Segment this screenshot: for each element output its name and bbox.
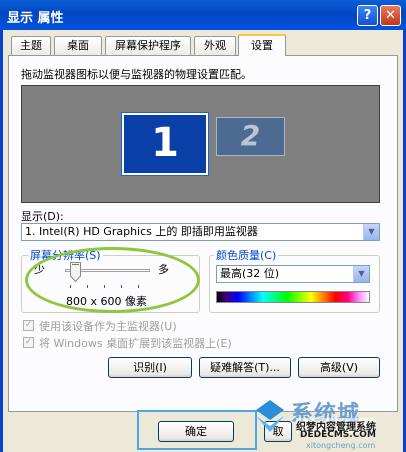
- highlight-oval: [25, 247, 200, 313]
- monitor-1-icon[interactable]: 1: [121, 112, 209, 176]
- color-spectrum-bar: [216, 291, 370, 303]
- chevron-down-icon[interactable]: ▼: [353, 266, 369, 282]
- extend-desktop-label: 将 Windows 桌面扩展到该监视器上(E): [39, 337, 232, 350]
- tab-screensaver[interactable]: 屏幕保护程序: [105, 36, 191, 55]
- color-quality-label: 颜色质量(C): [214, 247, 279, 263]
- monitor-2-icon[interactable]: 2: [216, 117, 285, 156]
- identify-button[interactable]: 识别(I): [108, 357, 192, 378]
- troubleshoot-button[interactable]: 疑难解答(T)...: [199, 357, 291, 378]
- tab-themes[interactable]: 主题: [11, 36, 51, 55]
- ok-highlight-box: [137, 410, 257, 450]
- help-button[interactable]: ?: [357, 5, 378, 26]
- tab-settings[interactable]: 设置: [238, 34, 286, 56]
- watermark-line3: xitongcheng.com: [306, 441, 376, 450]
- close-button[interactable]: ✕: [380, 5, 401, 26]
- display-select[interactable]: 1. Intel(R) HD Graphics 上的 即插即用监视器 ▼: [21, 223, 380, 241]
- color-quality-value: 最高(32 位): [220, 267, 280, 280]
- watermark-logo-icon: [256, 400, 284, 432]
- tab-appearance[interactable]: 外观: [194, 36, 236, 55]
- instruction-text: 拖动监视器图标以便与监视器的物理设置匹配。: [21, 68, 252, 81]
- color-quality-group: [209, 255, 380, 313]
- advanced-button[interactable]: 高级(V): [298, 357, 380, 378]
- chevron-down-icon[interactable]: ▼: [363, 224, 379, 240]
- window-title: 显示 属性: [7, 11, 64, 26]
- extend-desktop-checkbox[interactable]: ✓: [23, 337, 34, 348]
- display-label: 显示(D):: [21, 210, 64, 223]
- primary-monitor-label: 使用该设备作为主监视器(U): [39, 320, 177, 333]
- title-bar: 显示 属性 ? ✕: [0, 0, 406, 30]
- display-select-value: 1. Intel(R) HD Graphics 上的 即插即用监视器: [25, 225, 258, 238]
- watermark-line2: DEDECMS.COM: [300, 430, 376, 440]
- primary-monitor-checkbox[interactable]: ✓: [23, 320, 34, 331]
- tab-desktop[interactable]: 桌面: [54, 36, 102, 55]
- color-quality-select[interactable]: 最高(32 位) ▼: [216, 265, 370, 283]
